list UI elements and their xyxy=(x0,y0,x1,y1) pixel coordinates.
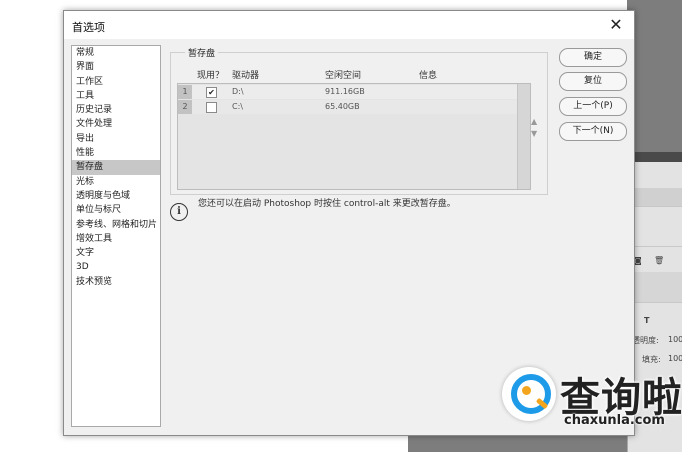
table-scrollbar[interactable] xyxy=(517,84,530,189)
scratch-disks-group: 暂存盘 现用？ 驱动器 空闲空间 信息 1 ✔ D:\ 911.16GB 2 C… xyxy=(170,46,548,195)
table-header: 现用？ 驱动器 空闲空间 信息 xyxy=(177,67,539,81)
panel-row xyxy=(628,188,682,207)
sidebar-item-performance[interactable]: 性能 xyxy=(72,146,160,160)
sidebar-item-type[interactable]: 文字 xyxy=(72,246,160,260)
fill-label: 填充: xyxy=(642,355,661,364)
next-button[interactable]: 下一个(N) xyxy=(559,122,627,141)
prev-button[interactable]: 上一个(P) xyxy=(559,97,627,116)
sidebar-item-units-rulers[interactable]: 单位与标尺 xyxy=(72,203,160,217)
sidebar-item-file-handling[interactable]: 文件处理 xyxy=(72,117,160,131)
text-layer-icon[interactable]: T xyxy=(644,316,649,325)
sidebar-item-transparency[interactable]: 透明度与色域 xyxy=(72,189,160,203)
opacity-label: 透明度: xyxy=(632,336,659,345)
free-space-cell: 65.40GB xyxy=(325,102,360,111)
row-number: 1 xyxy=(178,85,192,99)
sidebar-item-guides-grid[interactable]: 参考线、网格和切片 xyxy=(72,218,160,232)
info-text: 您还可以在启动 Photoshop 时按住 control-alt 来更改暂存盘… xyxy=(198,199,456,209)
close-icon[interactable]: ✕ xyxy=(606,15,626,35)
sidebar-item-cursors[interactable]: 光标 xyxy=(72,175,160,189)
panel-row xyxy=(628,172,682,189)
row-number: 2 xyxy=(178,100,192,114)
sidebar-item-interface[interactable]: 界面 xyxy=(72,60,160,74)
sidebar-item-scratch-disks[interactable]: 暂存盘 xyxy=(72,160,160,175)
scratch-disks-table: 1 ✔ D:\ 911.16GB 2 C:\ 65.40GB xyxy=(177,83,531,190)
watermark: 查询啦 chaxunla.com xyxy=(502,367,682,437)
opacity-value[interactable]: 100 xyxy=(668,335,682,344)
free-space-cell: 911.16GB xyxy=(325,87,365,96)
move-up-icon[interactable]: ▲ xyxy=(531,117,537,126)
preferences-sidebar: 常规 界面 工作区 工具 历史记录 文件处理 导出 性能 暂存盘 光标 透明度与… xyxy=(71,45,161,427)
active-checkbox[interactable]: ✔ xyxy=(206,87,217,98)
sidebar-item-tech-preview[interactable]: 技术预览 xyxy=(72,275,160,289)
sidebar-item-export[interactable]: 导出 xyxy=(72,132,160,146)
table-row[interactable]: 2 C:\ 65.40GB xyxy=(178,100,517,114)
logo-dot xyxy=(522,386,531,395)
panel-header xyxy=(628,152,682,162)
dialog-title: 首选项 xyxy=(72,21,105,34)
watermark-logo-icon xyxy=(502,367,556,421)
sidebar-item-history[interactable]: 历史记录 xyxy=(72,103,160,117)
active-checkbox[interactable] xyxy=(206,102,217,113)
trash-icon[interactable]: 🗑 xyxy=(654,256,664,265)
column-header-free-space: 空闲空间 xyxy=(325,71,362,81)
sidebar-item-3d[interactable]: 3D xyxy=(72,260,160,274)
move-down-icon[interactable]: ▼ xyxy=(531,129,537,138)
sidebar-item-plugins[interactable]: 增效工具 xyxy=(72,232,160,246)
sidebar-item-general[interactable]: 常规 xyxy=(72,46,160,60)
ok-button[interactable]: 确定 xyxy=(559,48,627,67)
fill-value[interactable]: 100 xyxy=(668,354,682,363)
sidebar-item-tools[interactable]: 工具 xyxy=(72,89,160,103)
panel-row xyxy=(628,206,682,247)
column-header-active: 现用？ xyxy=(197,71,225,81)
drive-cell: D:\ xyxy=(232,87,244,96)
info-icon: i xyxy=(170,203,188,221)
camera-icon[interactable]: ◙ xyxy=(634,256,642,265)
dialog-titlebar: 首选项 ✕ xyxy=(64,11,634,39)
drive-cell: C:\ xyxy=(232,102,243,111)
group-title: 暂存盘 xyxy=(185,46,219,59)
reset-button[interactable]: 复位 xyxy=(559,72,627,91)
panel-row xyxy=(628,272,682,303)
column-header-info: 信息 xyxy=(419,71,438,81)
watermark-text-en: chaxunla.com xyxy=(564,413,665,428)
sidebar-item-workspace[interactable]: 工作区 xyxy=(72,75,160,89)
table-row[interactable]: 1 ✔ D:\ 911.16GB xyxy=(178,85,517,99)
column-header-drive: 驱动器 xyxy=(232,71,260,81)
